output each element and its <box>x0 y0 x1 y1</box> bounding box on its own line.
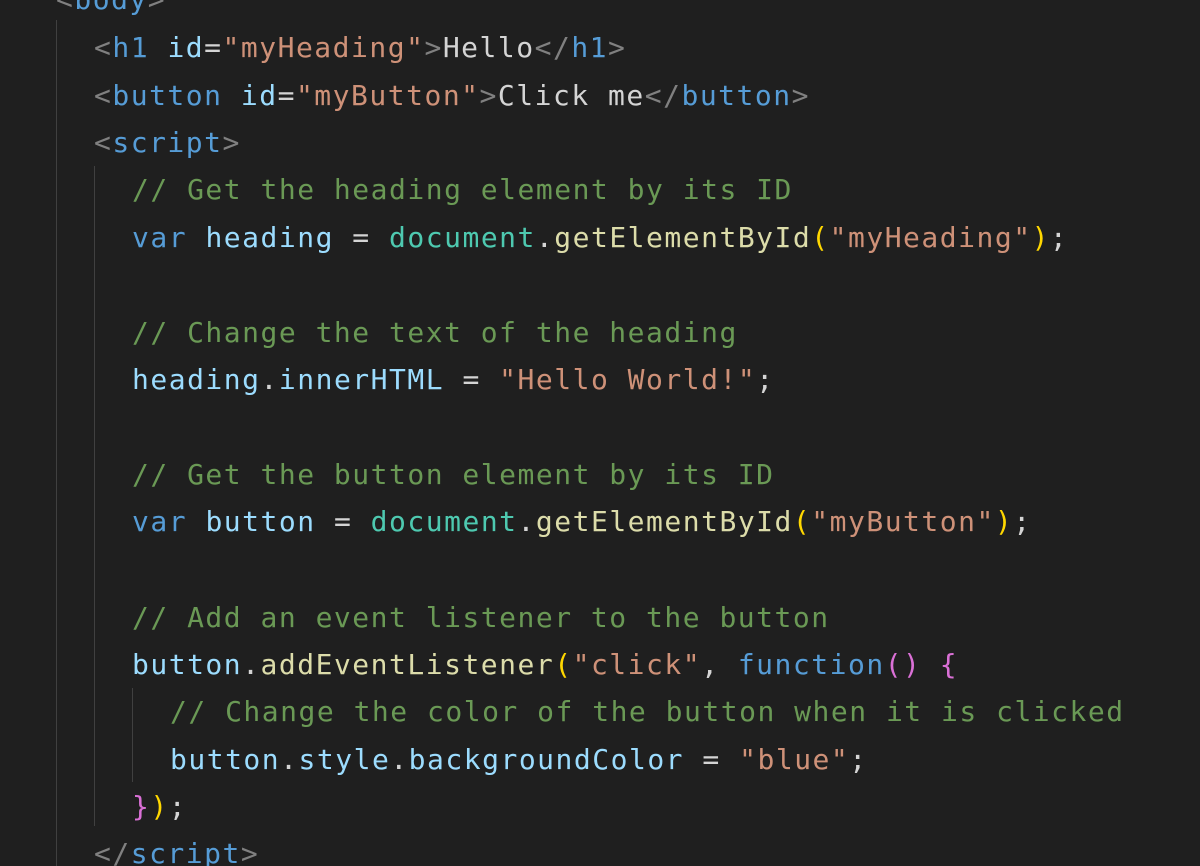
code-line: heading.innerHTML = "Hello World!"; <box>132 363 775 396</box>
code-tag: h1 <box>571 31 609 64</box>
code-comment: // Get the heading element by its ID <box>132 173 793 206</box>
code-line: // Add an event listener to the button <box>132 594 830 641</box>
indent-guide <box>132 688 133 782</box>
code-function: addEventListener <box>260 648 555 681</box>
code-property: backgroundColor <box>408 743 685 776</box>
code-line: <body> <box>56 0 166 23</box>
code-editor[interactable]: <body> <h1 id="myHeading">Hello</h1> <bu… <box>0 0 1200 866</box>
code-variable: button <box>170 743 281 776</box>
code-string: "blue" <box>739 743 850 776</box>
code-line: </script> <box>94 830 259 866</box>
code-line: // Change the color of the button when i… <box>170 688 1125 735</box>
code-property: innerHTML <box>278 363 445 396</box>
code-tag: button <box>681 79 792 112</box>
indent-guide <box>56 20 57 866</box>
code-attribute: id <box>240 79 278 112</box>
code-function: getElementById <box>554 221 812 254</box>
code-line: <button id="myButton">Click me</button> <box>94 79 810 112</box>
code-keyword: var <box>132 505 188 538</box>
code-tag: script <box>112 126 223 159</box>
code-string: "Hello World!" <box>499 363 757 396</box>
code-variable: heading <box>132 363 261 396</box>
indent-guide <box>94 166 95 826</box>
code-function: getElementById <box>535 505 793 538</box>
code-object: document <box>370 505 518 538</box>
code-string: "myButton" <box>811 505 995 538</box>
code-comment: // Change the color of the button when i… <box>170 695 1125 728</box>
code-object: document <box>389 221 536 254</box>
code-string: "click" <box>572 648 702 681</box>
code-line: var button = document.getElementById("my… <box>132 505 1032 538</box>
code-text: Hello <box>442 31 535 64</box>
code-line: // Change the text of the heading <box>132 309 738 356</box>
code-comment: // Add an event listener to the button <box>132 601 830 634</box>
code-comment: // Get the button element by its ID <box>132 458 775 491</box>
code-line: // Get the button element by its ID <box>132 451 775 498</box>
code-keyword: function <box>737 648 885 681</box>
code-string: "myHeading" <box>829 221 1032 254</box>
code-line: button.style.backgroundColor = "blue"; <box>170 743 868 776</box>
code-line: var heading = document.getElementById("m… <box>132 221 1069 254</box>
code-tag: h1 <box>112 31 150 64</box>
code-keyword: var <box>132 221 188 254</box>
code-attribute: id <box>167 31 205 64</box>
code-string: "myHeading" <box>222 31 425 64</box>
code-string: "myButton" <box>295 79 480 112</box>
code-property: style <box>298 743 391 776</box>
code-tag: script <box>130 837 241 866</box>
code-line: <h1 id="myHeading">Hello</h1> <box>94 31 627 64</box>
code-variable: button <box>132 648 243 681</box>
code-variable: heading <box>205 221 334 254</box>
code-line: // Get the heading element by its ID <box>132 166 793 213</box>
code-line: button.addEventListener("click", functio… <box>132 648 959 681</box>
code-line: <script> <box>94 126 241 159</box>
code-text: Click me <box>497 79 645 112</box>
code-comment: // Change the text of the heading <box>132 316 738 349</box>
code-line: }); <box>132 790 188 823</box>
code-variable: button <box>205 505 316 538</box>
code-tag: button <box>112 79 223 112</box>
code-tag: body <box>74 0 147 16</box>
